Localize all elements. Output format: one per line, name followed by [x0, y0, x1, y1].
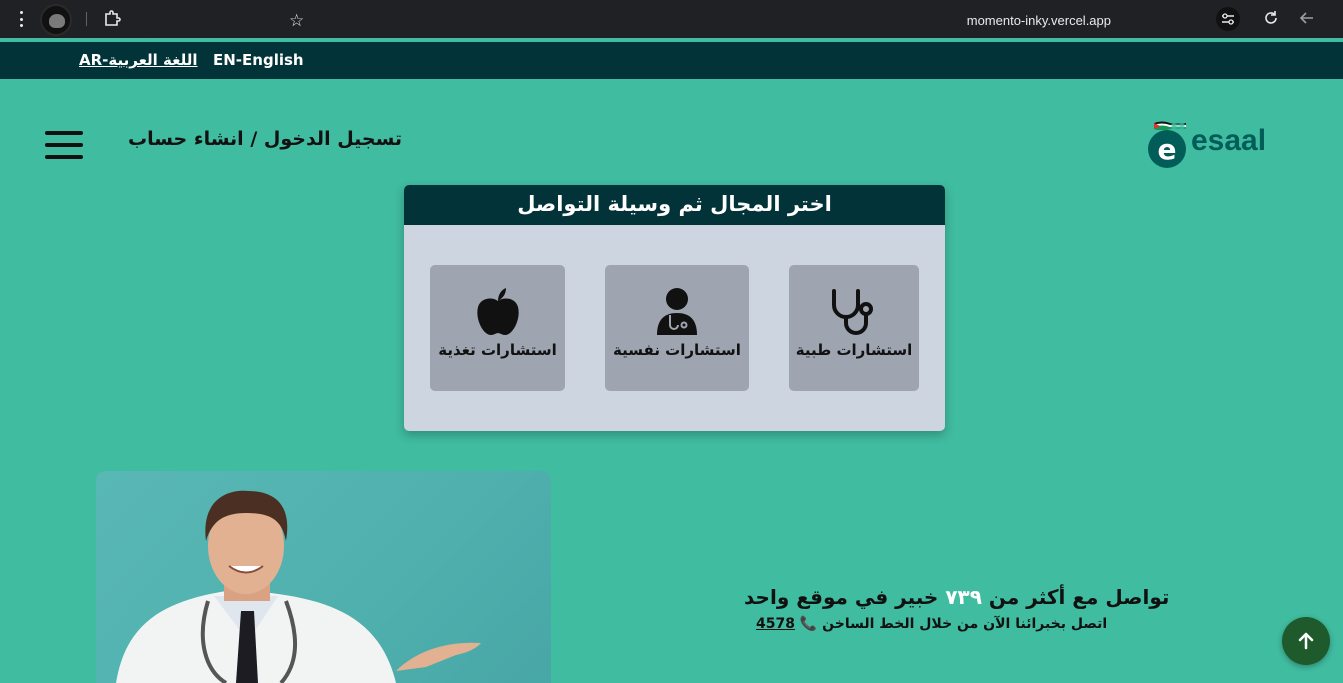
- profile-avatar[interactable]: [40, 4, 72, 36]
- psychological-consultation-option[interactable]: استشارات نفسية: [605, 265, 749, 391]
- experts-headline: تواصل مع أكثر من ٧٣٩ خبير في موقع واحد: [744, 585, 1169, 609]
- toolbar-divider: [86, 12, 87, 26]
- medical-consultation-option[interactable]: استشارات طبية: [789, 265, 919, 391]
- consultation-type-card: اختر المجال ثم وسيلة التواصل استشارات طب…: [404, 185, 945, 431]
- phone-icon: 📞: [799, 616, 818, 632]
- arrow-up-icon: [1298, 632, 1314, 650]
- logo-text: esaal: [1191, 124, 1267, 157]
- esaal-logo[interactable]: e esaal: [1146, 118, 1276, 170]
- english-language-link[interactable]: EN-English: [213, 51, 304, 69]
- hotline-number[interactable]: 4578: [756, 616, 795, 632]
- flag-icon: [1154, 121, 1186, 130]
- scroll-to-top-button[interactable]: [1282, 617, 1330, 665]
- hotline-text: اتصل بخبرائنا الآن من خلال الخط الساخن 📞…: [756, 616, 1107, 632]
- card-title: اختر المجال ثم وسيلة التواصل: [404, 185, 945, 225]
- site-settings-icon[interactable]: [1216, 7, 1240, 31]
- bookmark-star-icon[interactable]: ☆: [289, 11, 304, 31]
- doctor-icon: [657, 288, 697, 335]
- apple-icon: [476, 288, 519, 335]
- address-bar[interactable]: ☆ momento-inky.vercel.app: [137, 3, 1247, 35]
- doctor-hero-image: [96, 471, 551, 683]
- browser-menu-icon[interactable]: [14, 9, 28, 29]
- hotline-description: اتصل بخبرائنا الآن من خلال الخط الساخن: [822, 616, 1108, 632]
- logo-letter: e: [1148, 130, 1186, 168]
- option-label: استشارات نفسية: [613, 341, 741, 359]
- reload-icon[interactable]: [1262, 9, 1280, 27]
- browser-toolbar: ☆ momento-inky.vercel.app: [0, 0, 1343, 38]
- login-register-link[interactable]: تسجيل الدخول / انشاء حساب: [128, 128, 402, 150]
- nutrition-consultation-option[interactable]: استشارات تغذية: [430, 265, 565, 391]
- headline-text-start: تواصل مع أكثر من: [988, 585, 1170, 609]
- extensions-icon[interactable]: [102, 9, 122, 29]
- expert-count: ٧٣٩: [945, 585, 982, 609]
- back-arrow-icon[interactable]: [1298, 9, 1316, 27]
- stethoscope-icon: [832, 289, 873, 335]
- option-label: استشارات طبية: [795, 341, 913, 359]
- option-label: استشارات تغذية: [438, 341, 557, 359]
- url-text[interactable]: momento-inky.vercel.app: [967, 13, 1111, 28]
- hamburger-menu-icon[interactable]: [45, 131, 83, 159]
- arabic-language-link[interactable]: AR-اللغة العربية: [79, 51, 198, 69]
- language-bar: AR-اللغة العربية EN-English: [0, 42, 1343, 79]
- headline-text-end: خبير في موقع واحد: [744, 585, 939, 609]
